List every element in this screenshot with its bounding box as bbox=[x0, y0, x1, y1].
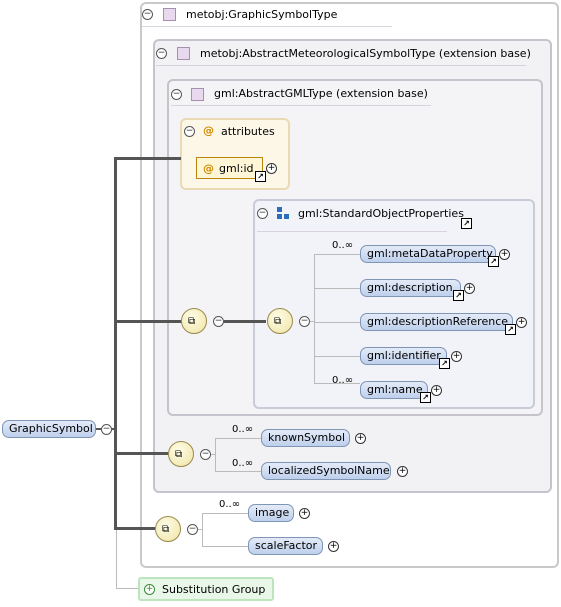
complex-type-icon bbox=[177, 47, 190, 60]
collapse-icon[interactable]: − bbox=[299, 316, 310, 327]
element-image[interactable]: image bbox=[248, 504, 294, 522]
cardinality: 0..∞ bbox=[232, 424, 254, 435]
cardinality: 0..∞ bbox=[219, 499, 241, 510]
reference-arrow-icon: ↗ bbox=[453, 290, 464, 301]
expand-icon[interactable]: + bbox=[328, 541, 339, 552]
expand-icon[interactable]: + bbox=[451, 351, 462, 362]
sequence-icon[interactable]: ⧉ bbox=[168, 441, 194, 467]
expand-icon[interactable]: + bbox=[464, 283, 475, 294]
expand-icon[interactable]: + bbox=[266, 163, 277, 174]
expand-icon[interactable]: + bbox=[431, 385, 442, 396]
group-icon bbox=[277, 207, 290, 220]
sequence-icon[interactable]: ⧉ bbox=[155, 516, 181, 542]
root-element-graphic-symbol[interactable]: GraphicSymbol bbox=[2, 420, 96, 438]
collapse-icon[interactable]: − bbox=[184, 126, 195, 137]
complex-type-icon bbox=[191, 88, 204, 101]
collapse-icon[interactable]: − bbox=[142, 9, 153, 20]
group-label: gml:StandardObjectProperties bbox=[298, 207, 464, 220]
element-localized-symbol-name[interactable]: localizedSymbolName bbox=[261, 462, 391, 480]
sequence-icon[interactable]: ⧉ bbox=[181, 308, 207, 334]
collapse-icon[interactable]: − bbox=[171, 89, 182, 100]
attribute-icon: @ bbox=[203, 124, 214, 137]
expand-icon[interactable]: + bbox=[144, 584, 155, 595]
reference-arrow-icon: ↗ bbox=[488, 256, 499, 267]
reference-arrow-icon: ↗ bbox=[461, 218, 472, 229]
cardinality: 0..∞ bbox=[232, 458, 254, 469]
cardinality: 0..∞ bbox=[332, 240, 354, 251]
element-gml-description[interactable]: gml:description bbox=[360, 279, 461, 297]
attribute-label: gml:id bbox=[219, 162, 254, 175]
complex-type-icon bbox=[163, 8, 176, 21]
collapse-icon[interactable]: − bbox=[101, 424, 112, 435]
attributes-label: attributes bbox=[221, 125, 275, 138]
collapse-icon[interactable]: − bbox=[156, 48, 167, 59]
expand-icon[interactable]: + bbox=[355, 433, 366, 444]
sequence-icon[interactable]: ⧉ bbox=[267, 308, 293, 334]
extension-label-1: metobj:AbstractMeteorologicalSymbolType … bbox=[200, 47, 531, 60]
collapse-icon[interactable]: − bbox=[257, 208, 268, 219]
cardinality: 0..∞ bbox=[332, 375, 354, 386]
element-gml-description-reference[interactable]: gml:descriptionReference bbox=[360, 313, 513, 331]
reference-arrow-icon: ↗ bbox=[505, 324, 516, 335]
reference-arrow-icon: ↗ bbox=[255, 171, 266, 182]
expand-icon[interactable]: + bbox=[397, 466, 408, 477]
collapse-icon[interactable]: − bbox=[187, 524, 198, 535]
element-gml-name[interactable]: gml:name bbox=[360, 381, 428, 399]
expand-icon[interactable]: + bbox=[516, 317, 527, 328]
reference-arrow-icon: ↗ bbox=[420, 392, 431, 403]
element-gml-meta-data-property[interactable]: gml:metaDataProperty bbox=[360, 245, 496, 263]
collapse-icon[interactable]: − bbox=[213, 316, 224, 327]
expand-icon[interactable]: + bbox=[499, 249, 510, 260]
substitution-group-label: Substitution Group bbox=[162, 583, 266, 596]
collapse-icon[interactable]: − bbox=[200, 449, 211, 460]
element-scale-factor[interactable]: scaleFactor bbox=[248, 537, 323, 555]
expand-icon[interactable]: + bbox=[299, 508, 310, 519]
reference-arrow-icon: ↗ bbox=[439, 358, 450, 369]
type-label: metobj:GraphicSymbolType bbox=[186, 8, 338, 21]
element-known-symbol[interactable]: knownSymbol bbox=[261, 429, 350, 447]
element-gml-identifier[interactable]: gml:identifier bbox=[360, 347, 447, 365]
extension-label-2: gml:AbstractGMLType (extension base) bbox=[214, 87, 428, 100]
